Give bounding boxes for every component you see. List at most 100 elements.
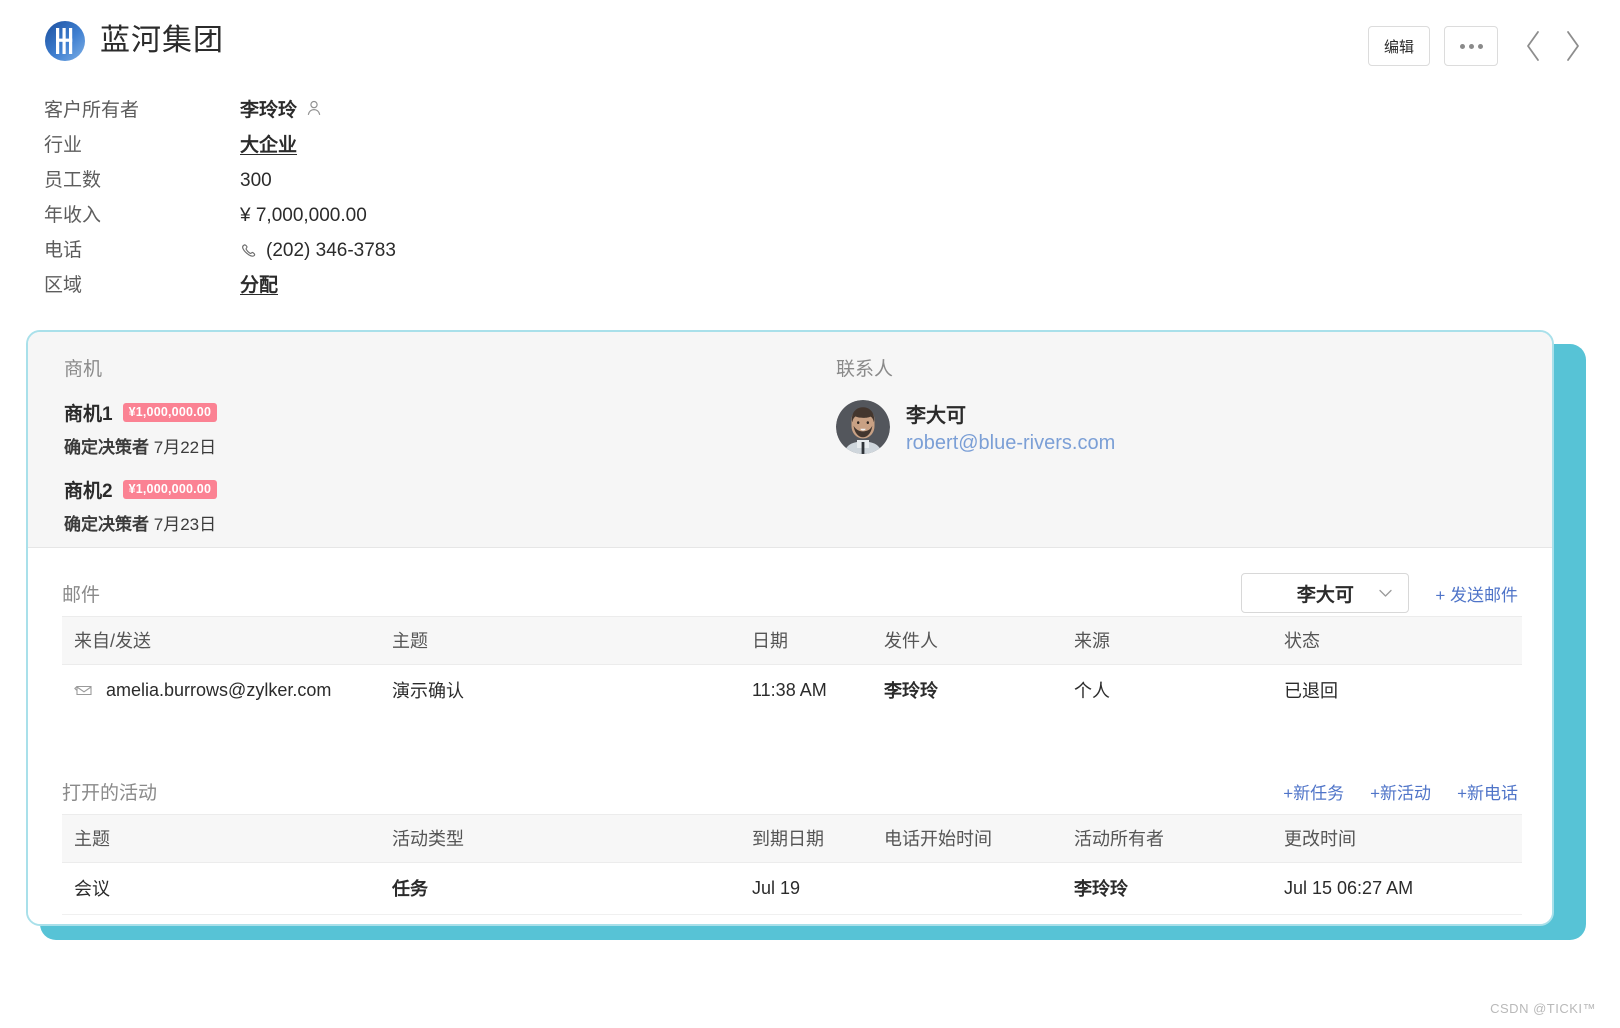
header-actions: 编辑 bbox=[1368, 26, 1498, 66]
column-header-activity-owner: 活动所有者 bbox=[1074, 815, 1284, 863]
chevron-right-icon[interactable] bbox=[1562, 26, 1584, 66]
opportunity-subline: 确定决策者 7月22日 bbox=[64, 433, 217, 458]
email-from-wrapper: amelia.burrows@zylker.com bbox=[62, 680, 392, 701]
activity-owner-cell: 李玲玲 bbox=[1074, 915, 1284, 927]
email-date-cell: 11:38 AM bbox=[752, 665, 884, 717]
email-from-cell: amelia.burrows@zylker.com bbox=[62, 665, 392, 717]
activity-call-start-cell: Jul 14 03:30 PM bbox=[884, 915, 1074, 927]
owner-name: 李玲玲 bbox=[240, 95, 297, 122]
field-value-phone: (202) 346-3783 bbox=[240, 240, 396, 262]
emails-table-body: amelia.burrows@zylker.com 演示确认 11:38 AM … bbox=[62, 665, 1522, 717]
opportunities-title: 商机 bbox=[64, 354, 217, 381]
opportunity-amount-badge: ¥1,000,000.00 bbox=[123, 403, 218, 423]
opportunity-name[interactable]: 商机1 bbox=[64, 399, 113, 426]
brand: 蓝河集团 bbox=[44, 20, 224, 62]
activity-type-cell: 任务 bbox=[392, 863, 752, 915]
new-task-link[interactable]: +新任务 bbox=[1283, 779, 1344, 804]
contact-name[interactable]: 李大可 bbox=[906, 399, 1115, 428]
opportunity-stage: 确定决策者 bbox=[64, 438, 149, 457]
open-activities-table-header: 主题 活动类型 到期日期 电话开始时间 活动所有者 更改时间 bbox=[62, 815, 1522, 863]
opportunity-name[interactable]: 商机2 bbox=[64, 476, 113, 503]
field-label: 年收入 bbox=[44, 200, 240, 227]
envelope-reply-icon bbox=[74, 683, 94, 698]
email-contact-select[interactable]: 李大可 bbox=[1241, 573, 1409, 613]
opportunities-section: 商机 商机1 ¥1,000,000.00 确定决策者 7月22日 bbox=[64, 354, 217, 553]
field-value-owner: 李玲玲 bbox=[240, 95, 323, 122]
contact-info: 李大可 robert@blue-rivers.com bbox=[906, 399, 1115, 455]
emails-header: 邮件 李大可 + 发送邮件 bbox=[62, 570, 1518, 616]
activity-type-cell: 电话 bbox=[392, 915, 752, 927]
field-value-industry[interactable]: 大企业 bbox=[240, 130, 297, 157]
open-activities-actions: +新任务 +新活动 +新电话 bbox=[1283, 779, 1518, 804]
opportunity-date: 7月22日 bbox=[154, 438, 216, 457]
table-header-row: 主题 活动类型 到期日期 电话开始时间 活动所有者 更改时间 bbox=[62, 815, 1522, 863]
opportunity-item[interactable]: 商机1 ¥1,000,000.00 确定决策者 7月22日 bbox=[64, 399, 217, 458]
field-value-territory[interactable]: 分配 bbox=[240, 270, 278, 297]
new-call-link[interactable]: +新电话 bbox=[1457, 779, 1518, 804]
emails-actions: 李大可 + 发送邮件 bbox=[1241, 573, 1518, 613]
table-row[interactable]: 会议 任务 Jul 19 李玲玲 Jul 15 06:27 AM bbox=[62, 863, 1522, 915]
table-row[interactable]: amelia.burrows@zylker.com 演示确认 11:38 AM … bbox=[62, 665, 1522, 717]
column-header-modified-time: 更改时间 bbox=[1284, 815, 1522, 863]
opportunity-stage: 确定决策者 bbox=[64, 515, 149, 534]
field-row-revenue: 年收入 ¥ 7,000,000.00 bbox=[44, 200, 396, 235]
column-header-date: 日期 bbox=[752, 617, 884, 665]
field-row-owner: 客户所有者 李玲玲 bbox=[44, 95, 396, 130]
summary-panel: 商机 商机1 ¥1,000,000.00 确定决策者 7月22日 bbox=[28, 332, 1552, 548]
page-title: 蓝河集团 bbox=[100, 20, 224, 62]
email-contact-select-value: 李大可 bbox=[1297, 580, 1354, 607]
opportunity-item[interactable]: 商机2 ¥1,000,000.00 确定决策者 7月23日 bbox=[64, 476, 217, 535]
blue-river-group-logo-icon bbox=[44, 20, 86, 62]
contact-email[interactable]: robert@blue-rivers.com bbox=[906, 432, 1115, 455]
opportunity-amount-badge: ¥1,000,000.00 bbox=[123, 480, 218, 500]
send-email-link[interactable]: + 发送邮件 bbox=[1435, 581, 1518, 606]
activity-modified-cell: Jul 11 06:42 AM bbox=[1284, 915, 1522, 927]
table-row[interactable]: 动态反馈 电话 Jul 14 03:30 PM 李玲玲 Jul 11 06:42… bbox=[62, 915, 1522, 927]
activity-subject-cell[interactable]: 会议 bbox=[62, 863, 392, 915]
column-header-activity-type: 活动类型 bbox=[392, 815, 752, 863]
column-header-from: 来自/发送 bbox=[62, 617, 392, 665]
column-header-due-date: 到期日期 bbox=[752, 815, 884, 863]
ellipsis-icon bbox=[1460, 44, 1483, 49]
column-header-subject: 主题 bbox=[62, 815, 392, 863]
column-header-source: 来源 bbox=[1074, 617, 1284, 665]
open-activities-title: 打开的活动 bbox=[62, 778, 157, 805]
field-row-phone: 电话 (202) 346-3783 bbox=[44, 235, 396, 270]
email-status-cell: 已退回 bbox=[1284, 665, 1522, 717]
field-label: 行业 bbox=[44, 130, 240, 157]
page-header: 蓝河集团 编辑 bbox=[0, 0, 1620, 90]
contact-avatar bbox=[836, 400, 890, 454]
field-label: 客户所有者 bbox=[44, 95, 240, 122]
edit-button[interactable]: 编辑 bbox=[1368, 26, 1430, 66]
contacts-section: 联系人 bbox=[836, 354, 1115, 455]
opportunity-header: 商机2 ¥1,000,000.00 bbox=[64, 476, 217, 503]
activity-subject-cell[interactable]: 动态反馈 bbox=[62, 915, 392, 927]
activity-due-date-cell bbox=[752, 915, 884, 927]
column-header-status: 状态 bbox=[1284, 617, 1522, 665]
column-header-subject: 主题 bbox=[392, 617, 752, 665]
column-header-sender: 发件人 bbox=[884, 617, 1074, 665]
open-activities-table-body: 会议 任务 Jul 19 李玲玲 Jul 15 06:27 AM 动态反馈 电话… bbox=[62, 863, 1522, 927]
opportunity-header: 商机1 ¥1,000,000.00 bbox=[64, 399, 217, 426]
emails-section: 邮件 李大可 + 发送邮件 bbox=[28, 548, 1552, 716]
contacts-title: 联系人 bbox=[836, 354, 1115, 381]
field-label: 电话 bbox=[44, 235, 240, 262]
activity-modified-cell: Jul 15 06:27 AM bbox=[1284, 863, 1522, 915]
field-label: 员工数 bbox=[44, 165, 240, 192]
email-subject-cell[interactable]: 演示确认 bbox=[392, 665, 752, 717]
opportunity-date: 7月23日 bbox=[154, 515, 216, 534]
emails-table-header: 来自/发送 主题 日期 发件人 来源 状态 bbox=[62, 617, 1522, 665]
activity-owner-cell: 李玲玲 bbox=[1074, 863, 1284, 915]
chevron-left-icon[interactable] bbox=[1522, 26, 1544, 66]
email-sender-cell: 李玲玲 bbox=[884, 665, 1074, 717]
contact-item[interactable]: 李大可 robert@blue-rivers.com bbox=[836, 399, 1115, 455]
opportunity-subline: 确定决策者 7月23日 bbox=[64, 510, 217, 535]
field-row-territory: 区域 分配 bbox=[44, 270, 396, 305]
column-header-call-start-time: 电话开始时间 bbox=[884, 815, 1074, 863]
emails-table: 来自/发送 主题 日期 发件人 来源 状态 bbox=[62, 616, 1522, 716]
new-event-link[interactable]: +新活动 bbox=[1370, 779, 1431, 804]
field-row-industry: 行业 大企业 bbox=[44, 130, 396, 165]
phone-number: (202) 346-3783 bbox=[266, 240, 396, 262]
more-options-button[interactable] bbox=[1444, 26, 1498, 66]
phone-icon[interactable] bbox=[240, 240, 258, 262]
